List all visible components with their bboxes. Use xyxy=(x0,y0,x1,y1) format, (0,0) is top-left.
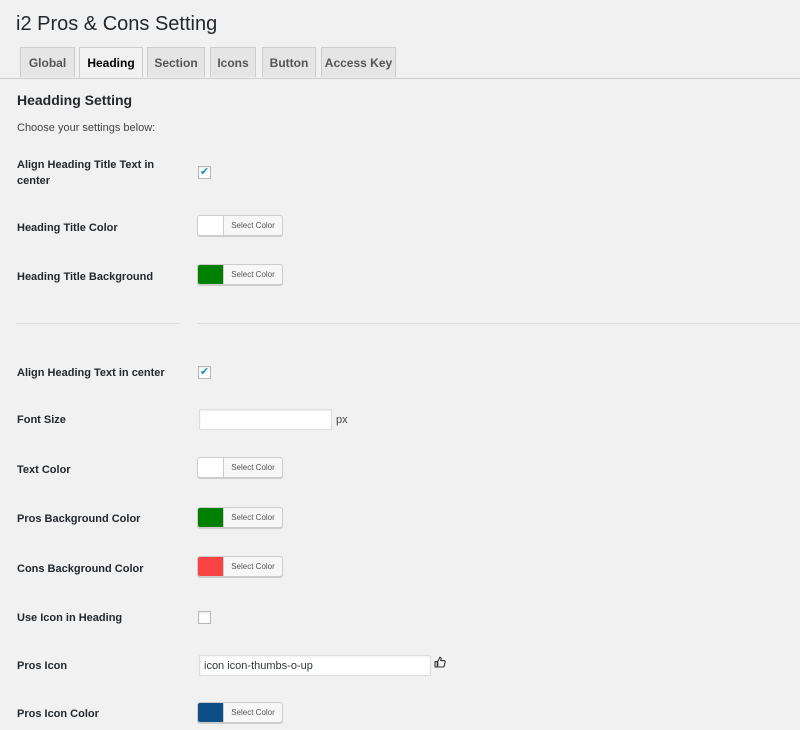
title-color-picker[interactable]: Select Color xyxy=(197,215,283,236)
checkmark-icon: ✔ xyxy=(199,166,210,178)
color-swatch xyxy=(198,265,224,284)
align-title-center-label: Align Heading Title Text in center xyxy=(17,159,155,187)
settings-tabs: Global Heading Section Icons Button Acce… xyxy=(0,47,800,79)
title-background-label: Heading Title Background xyxy=(17,271,154,283)
select-color-label: Select Color xyxy=(231,270,275,279)
align-text-center-label: Align Heading Text in center xyxy=(17,367,165,379)
select-color-label: Select Color xyxy=(231,463,275,472)
text-color-picker[interactable]: Select Color xyxy=(197,457,283,478)
cons-background-label: Cons Background Color xyxy=(17,563,144,575)
pros-icon-color-picker[interactable]: Select Color xyxy=(197,702,283,723)
divider xyxy=(197,323,800,324)
select-color-label: Select Color xyxy=(231,221,275,230)
tab-global[interactable]: Global xyxy=(20,47,75,77)
thumbs-up-icon xyxy=(434,656,446,668)
tab-button[interactable]: Button xyxy=(262,47,316,77)
font-size-label: Font Size xyxy=(17,414,66,426)
color-swatch xyxy=(198,703,224,722)
select-color-label: Select Color xyxy=(231,562,275,571)
use-icon-label: Use Icon in Heading xyxy=(17,612,123,624)
checkmark-icon: ✔ xyxy=(199,366,210,378)
section-title: Headding Setting xyxy=(17,92,133,108)
pros-icon-color-label: Pros Icon Color xyxy=(17,708,99,720)
section-description: Choose your settings below: xyxy=(17,122,156,134)
use-icon-checkbox[interactable] xyxy=(198,611,211,624)
title-color-label: Heading Title Color xyxy=(17,222,118,234)
color-swatch xyxy=(198,508,224,527)
cons-background-picker[interactable]: Select Color xyxy=(197,556,283,577)
pros-background-label: Pros Background Color xyxy=(17,513,141,525)
select-color-label: Select Color xyxy=(231,708,275,717)
font-size-input[interactable] xyxy=(199,409,332,430)
align-text-center-checkbox[interactable]: ✔ xyxy=(198,366,211,379)
pros-icon-input[interactable] xyxy=(199,655,431,676)
divider xyxy=(16,323,180,324)
tab-section[interactable]: Section xyxy=(147,47,205,77)
tab-icons[interactable]: Icons xyxy=(210,47,256,77)
pros-background-picker[interactable]: Select Color xyxy=(197,507,283,528)
font-size-unit: px xyxy=(336,414,348,426)
text-color-label: Text Color xyxy=(17,464,71,476)
select-color-label: Select Color xyxy=(231,513,275,522)
color-swatch xyxy=(198,557,224,576)
title-background-picker[interactable]: Select Color xyxy=(197,264,283,285)
color-swatch xyxy=(198,216,224,235)
tab-access-key[interactable]: Access Key xyxy=(321,47,396,77)
pros-icon-label: Pros Icon xyxy=(17,660,68,672)
page-title: i2 Pros & Cons Setting xyxy=(16,13,218,35)
align-title-center-checkbox[interactable]: ✔ xyxy=(198,166,211,179)
color-swatch xyxy=(198,458,224,477)
tab-heading[interactable]: Heading xyxy=(79,47,143,78)
